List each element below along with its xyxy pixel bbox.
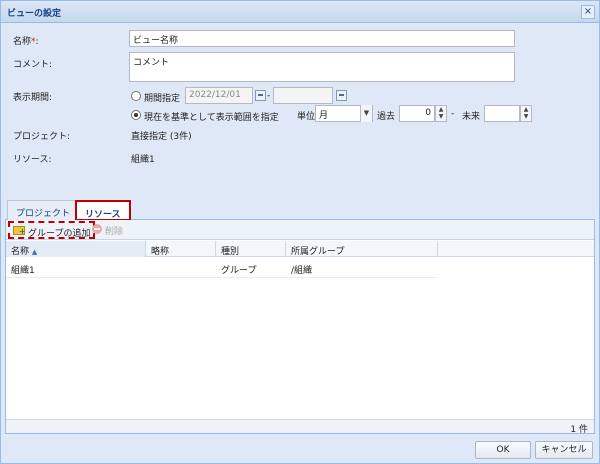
- unit-select[interactable]: 月 ▼: [315, 105, 373, 122]
- tab-resource[interactable]: リソース: [75, 200, 131, 221]
- tab-project[interactable]: プロジェクト: [7, 200, 80, 220]
- resource-label: リソース:: [13, 155, 52, 165]
- tab-strip: プロジェクト リソース: [5, 198, 595, 221]
- dialog-title: ビューの設定: [7, 9, 62, 19]
- period-end-field[interactable]: [273, 87, 333, 104]
- chevron-down-icon[interactable]: ▼: [360, 105, 372, 122]
- range-separator: -: [451, 109, 455, 119]
- delete-label: 削除: [105, 227, 124, 237]
- folder-add-icon: [13, 226, 26, 236]
- sort-asc-icon: ▲: [31, 248, 38, 256]
- cell-name: 組織1: [11, 266, 35, 276]
- view-settings-dialog: ビューの設定 × 名称*: ビュー名称 コメント: コメント 表示期間: 期間指…: [0, 0, 600, 464]
- add-group-label: グループの追加: [28, 229, 91, 239]
- past-label: 過去: [377, 112, 396, 122]
- project-value: 直接指定 (3件): [131, 132, 192, 142]
- period-separator: -: [267, 91, 271, 101]
- calendar-icon[interactable]: [255, 90, 266, 101]
- settings-form: 名称*: ビュー名称 コメント: コメント 表示期間: 期間指定 2022/12…: [5, 25, 595, 191]
- column-header-name[interactable]: 名称 ▲: [6, 241, 146, 257]
- comment-field[interactable]: コメント: [129, 52, 515, 82]
- unit-label: 単位: [297, 112, 316, 122]
- name-label: 名称*:: [13, 37, 39, 47]
- unit-value: 月: [319, 111, 329, 121]
- period-range-radio[interactable]: [131, 91, 141, 101]
- comment-label: コメント:: [13, 60, 53, 70]
- cell-type: グループ: [221, 266, 257, 276]
- add-group-button[interactable]: グループの追加: [8, 221, 96, 239]
- period-range-label: 期間指定: [144, 94, 181, 104]
- table-row[interactable]: 組織1 グループ /組織: [6, 258, 438, 278]
- spinner-icon[interactable]: ▲ ▼: [520, 105, 532, 122]
- resource-value: 組織1: [131, 155, 155, 165]
- spinner-icon[interactable]: ▲ ▼: [435, 105, 447, 122]
- column-header-abbr[interactable]: 略称: [146, 241, 216, 257]
- dialog-titlebar[interactable]: ビューの設定 ×: [1, 1, 599, 23]
- resource-grid-panel: グループの追加 削除 名称 ▲ 略称 種別 所属グループ 組織1 グループ /組…: [5, 220, 595, 435]
- grid-footer: 1 件: [6, 419, 594, 435]
- close-icon[interactable]: ×: [581, 5, 595, 19]
- project-label: プロジェクト:: [13, 132, 71, 142]
- grid-header: 名称 ▲ 略称 種別 所属グループ: [6, 241, 594, 257]
- future-field[interactable]: [484, 105, 520, 122]
- cancel-button[interactable]: キャンセル: [535, 441, 593, 459]
- period-relative-radio[interactable]: [131, 110, 141, 120]
- period-label: 表示期間:: [13, 93, 53, 103]
- ok-button[interactable]: OK: [475, 441, 531, 459]
- column-header-type[interactable]: 種別: [216, 241, 286, 257]
- period-start-field[interactable]: 2022/12/01: [185, 87, 253, 104]
- name-field[interactable]: ビュー名称: [129, 30, 515, 47]
- grid-toolbar: グループの追加 削除: [6, 220, 594, 240]
- future-label: 未来: [462, 112, 481, 122]
- record-count: 1 件: [570, 425, 588, 435]
- period-relative-label: 現在を基準として表示範囲を指定: [144, 113, 279, 123]
- cell-abbr: [146, 258, 216, 278]
- past-field[interactable]: 0: [399, 105, 435, 122]
- cell-group: /組織: [291, 266, 313, 276]
- column-header-group[interactable]: 所属グループ: [286, 241, 438, 257]
- delete-icon: [92, 224, 102, 234]
- delete-button[interactable]: 削除: [92, 224, 123, 237]
- calendar-icon[interactable]: [336, 90, 347, 101]
